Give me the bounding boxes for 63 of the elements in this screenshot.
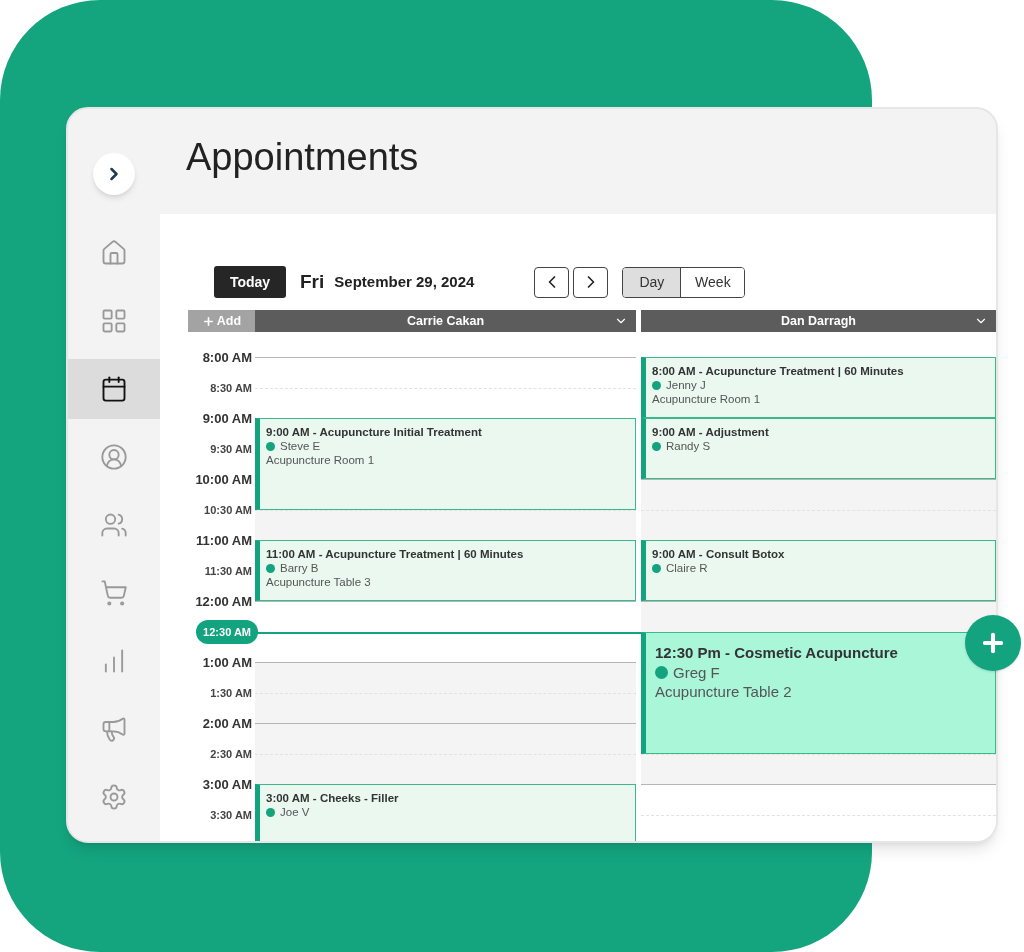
page-title: Appointments xyxy=(186,135,419,180)
calendar-icon xyxy=(100,375,128,403)
previous-button[interactable] xyxy=(534,266,570,298)
room-name: Acupuncture Table 2 xyxy=(655,681,793,701)
next-button[interactable] xyxy=(573,266,609,298)
today-button[interactable]: Today xyxy=(214,266,286,298)
cart-icon xyxy=(100,579,128,607)
time-label: 10:30 AM xyxy=(204,502,252,518)
add-appointment-button[interactable] xyxy=(965,615,1021,671)
client-name: Barry B xyxy=(280,561,319,575)
sidebar-item[interactable] xyxy=(68,359,160,419)
appointment-title: 11:00 AM - Acupuncture Treatment | 60 Minutes xyxy=(266,547,525,561)
room-name: Acupuncture Room 1 xyxy=(266,453,376,467)
staff-name: Carrie Cakan xyxy=(406,312,485,330)
time-label: 1:30 AM xyxy=(210,685,252,701)
client-name: Randy S xyxy=(666,439,711,453)
time-label: 2:30 AM xyxy=(210,746,252,762)
megaphone-icon xyxy=(100,715,128,743)
view-tab[interactable]: Week xyxy=(680,267,745,297)
room-name: Acupuncture Room 1 xyxy=(652,392,762,406)
appointment-title: 8:00 AM - Acupuncture Treatment | 60 Minutes xyxy=(652,364,905,378)
time-label: 10:00 AM xyxy=(195,470,252,489)
current-time-badge: 12:30 AM xyxy=(196,619,258,644)
time-label: 11:30 AM xyxy=(204,563,252,579)
date-label: September 29, 2024 xyxy=(334,271,475,292)
weekday-label: Fri xyxy=(300,269,325,294)
appointment-title: 3:00 AM - Cheeks - Filler xyxy=(266,791,400,805)
time-label: 9:30 AM xyxy=(210,441,252,457)
plus-icon xyxy=(201,314,215,328)
client-name: Jenny J xyxy=(666,378,706,392)
appointment-card[interactable]: 11:00 AM - Acupuncture Treatment | 60 Minutes Barry B Acupuncture Table 3 xyxy=(255,540,636,601)
client-name: Claire R xyxy=(666,561,708,575)
room-name: Acupuncture Table 3 xyxy=(266,575,372,589)
time-label: 3:00 AM xyxy=(202,775,252,794)
appointment-card[interactable]: 8:00 AM - Acupuncture Treatment | 60 Minutes Jenny J Acupuncture Room 1 xyxy=(641,357,996,418)
appointment-card[interactable]: 9:00 AM - Adjustment Randy S xyxy=(641,418,996,479)
time-label: 11:00 AM xyxy=(196,531,252,550)
client-name: Greg F xyxy=(673,662,720,682)
appointment-title: 9:00 AM - Consult Botox xyxy=(652,547,786,561)
appointment-card[interactable]: 9:00 AM - Consult Botox Claire R xyxy=(641,540,996,601)
client-name: Joe V xyxy=(280,805,310,819)
client-name: Steve E xyxy=(280,439,321,453)
settings-icon xyxy=(100,783,128,811)
time-label: 8:00 AM xyxy=(202,348,252,367)
view-tab[interactable]: Day xyxy=(623,267,681,297)
expand-button[interactable] xyxy=(93,153,135,195)
time-label: 9:00 AM xyxy=(202,409,252,428)
time-label: 1:00 AM xyxy=(202,653,252,672)
appointment-title: 9:00 AM - Adjustment xyxy=(652,425,770,439)
appointment-title: 12:30 Pm - Cosmetic Acupuncture xyxy=(655,642,899,663)
time-label: 12:00 AM xyxy=(195,592,252,611)
appointment-card[interactable]: 12:30 Pm - Cosmetic Acupuncture Greg F Acupuncture Table 2 xyxy=(641,631,996,754)
time-label: 3:30 AM xyxy=(210,807,252,823)
staff-name: Dan Darragh xyxy=(781,312,856,330)
appointment-card[interactable]: 3:00 AM - Cheeks - Filler Joe V xyxy=(255,784,636,841)
appointment-card[interactable]: 9:00 AM - Acupuncture Initial Treatment Steve E Acupuncture Room 1 xyxy=(255,418,636,510)
grid-icon xyxy=(100,307,128,335)
user-icon xyxy=(100,443,128,471)
home-icon xyxy=(100,239,128,267)
users-icon xyxy=(100,511,128,539)
time-label: 2:00 AM xyxy=(202,714,252,733)
time-label: 8:30 AM xyxy=(210,380,252,396)
appointment-title: 9:00 AM - Acupuncture Initial Treatment xyxy=(266,425,483,439)
